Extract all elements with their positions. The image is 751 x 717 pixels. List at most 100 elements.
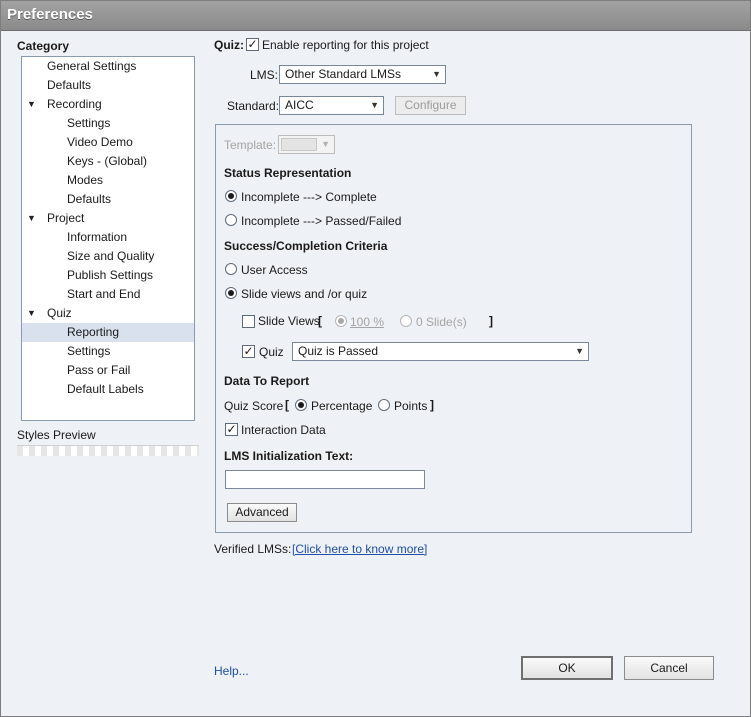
enable-reporting-label: Enable reporting for this project — [262, 38, 429, 52]
status-complete-radio[interactable] — [225, 190, 237, 202]
points-label: Points — [394, 399, 428, 413]
sidebar-item-defaults[interactable]: Defaults — [22, 76, 194, 95]
help-link[interactable]: Help... — [214, 664, 249, 678]
standard-label: Standard: — [227, 99, 280, 113]
expand-arrow-icon[interactable]: ▼ — [27, 209, 36, 228]
bracket-close: ] — [489, 314, 493, 328]
slide-views-quiz-label: Slide views and /or quiz — [241, 287, 368, 301]
slide-views-checkbox[interactable] — [242, 315, 255, 328]
sidebar-item-label: Defaults — [67, 192, 112, 206]
chevron-down-icon: ▼ — [432, 69, 441, 79]
sidebar-item-label: Video Demo — [67, 135, 133, 149]
checkmark-icon: ✓ — [247, 37, 258, 51]
percent-value: 100 % — [350, 315, 385, 329]
sidebar-item-label: Start and End — [67, 287, 141, 301]
slides-radio[interactable] — [400, 315, 412, 327]
sidebar-item-label: Recording — [47, 97, 102, 111]
sidebar-item-video-demo[interactable]: Video Demo — [22, 133, 194, 152]
sidebar-item-settings[interactable]: Settings — [22, 342, 194, 361]
lms-init-heading: LMS Initialization Text: — [224, 449, 354, 463]
sidebar-item-recording[interactable]: ▼ Recording — [22, 95, 194, 114]
title-bar[interactable]: Preferences — [1, 1, 750, 31]
sidebar-item-label: Keys - (Global) — [67, 154, 148, 168]
sidebar-item-project[interactable]: ▼ Project — [22, 209, 194, 228]
sidebar-item-information[interactable]: Information — [22, 228, 194, 247]
sidebar-item-label: Pass or Fail — [67, 363, 131, 377]
lms-dropdown[interactable]: Other Standard LMSs ▼ — [279, 65, 446, 84]
lms-label: LMS: — [250, 68, 279, 82]
expand-arrow-icon[interactable]: ▼ — [27, 304, 36, 323]
quiz-check-label: Quiz — [259, 345, 284, 359]
sidebar-item-label: Default Labels — [67, 382, 144, 396]
quiz-condition-dropdown[interactable]: Quiz is Passed ▼ — [292, 342, 589, 361]
sidebar-item-keys-global[interactable]: Keys - (Global) — [22, 152, 194, 171]
sidebar-item-reporting[interactable]: Reporting — [22, 323, 194, 342]
sidebar-item-label: Reporting — [67, 325, 120, 339]
category-tree[interactable]: General Settings Defaults ▼ Recording Settin… — [21, 56, 195, 421]
styles-preview-strip — [17, 445, 199, 456]
user-access-radio[interactable] — [225, 263, 237, 275]
status-passed-failed-label: Incomplete ---> Passed/Failed — [241, 214, 402, 228]
slide-views-quiz-radio[interactable] — [225, 287, 237, 299]
ok-button[interactable]: OK — [521, 656, 613, 680]
data-heading: Data To Report — [224, 374, 310, 388]
standard-dropdown[interactable]: AICC ▼ — [279, 96, 384, 115]
sidebar-item-label: Settings — [67, 344, 111, 358]
quiz-condition-value: Quiz is Passed — [298, 344, 379, 358]
sidebar-item-settings[interactable]: Settings — [22, 114, 194, 133]
chevron-down-icon: ▼ — [370, 100, 379, 110]
interaction-data-checkbox[interactable]: ✓ — [225, 423, 238, 436]
template-dropdown[interactable]: ▼ — [278, 135, 335, 154]
expand-arrow-icon[interactable]: ▼ — [27, 95, 36, 114]
lms-value: Other Standard LMSs — [285, 67, 402, 81]
percentage-label: Percentage — [311, 399, 373, 413]
sidebar-item-label: General Settings — [47, 59, 137, 73]
sidebar-item-label: Project — [47, 211, 85, 225]
verified-lms-label: Verified LMSs: — [214, 542, 292, 556]
chevron-down-icon: ▼ — [321, 139, 330, 149]
slides-value: 0 Slide(s) — [416, 315, 467, 329]
slide-views-label: Slide Views — [258, 314, 320, 328]
percent-radio[interactable] — [335, 315, 347, 327]
quiz-checkbox[interactable]: ✓ — [242, 345, 255, 358]
window-title: Preferences — [7, 6, 93, 23]
sidebar-item-label: Information — [67, 230, 128, 244]
criteria-heading: Success/Completion Criteria — [224, 239, 388, 253]
preferences-window: Preferences Category General Settings Def… — [0, 0, 751, 717]
configure-button[interactable]: Configure — [395, 96, 466, 115]
percentage-radio[interactable] — [295, 399, 307, 411]
chevron-down-icon: ▼ — [575, 346, 584, 356]
sidebar-item-pass-or-fail[interactable]: Pass or Fail — [22, 361, 194, 380]
checkmark-icon: ✓ — [226, 422, 237, 436]
template-swatch — [281, 138, 317, 151]
lms-init-input[interactable] — [225, 470, 425, 489]
quiz-score-label: Quiz Score — [224, 399, 284, 413]
quiz-label: Quiz: — [214, 38, 244, 52]
score-bracket-open: [ — [285, 398, 289, 412]
sidebar-item-publish-settings[interactable]: Publish Settings — [22, 266, 194, 285]
score-bracket-close: ] — [430, 398, 434, 412]
sidebar-item-label: Modes — [67, 173, 104, 187]
standard-value: AICC — [285, 98, 314, 112]
template-label: Template: — [224, 138, 277, 152]
category-label: Category — [17, 39, 70, 53]
sidebar-item-default-labels[interactable]: Default Labels — [22, 380, 194, 399]
sidebar-item-modes[interactable]: Modes — [22, 171, 194, 190]
cancel-button[interactable]: Cancel — [624, 656, 714, 680]
sidebar-item-label: Settings — [67, 116, 111, 130]
advanced-button[interactable]: Advanced — [227, 503, 297, 522]
user-access-label: User Access — [241, 263, 308, 277]
interaction-data-label: Interaction Data — [241, 423, 326, 437]
verified-lms-link[interactable]: [Click here to know more] — [292, 542, 427, 556]
enable-reporting-checkbox[interactable]: ✓ — [246, 38, 259, 51]
styles-preview-label: Styles Preview — [17, 428, 96, 442]
sidebar-item-start-and-end[interactable]: Start and End — [22, 285, 194, 304]
sidebar-item-general-settings[interactable]: General Settings — [22, 57, 194, 76]
sidebar-item-size-and-quality[interactable]: Size and Quality — [22, 247, 194, 266]
status-passed-failed-radio[interactable] — [225, 214, 237, 226]
bracket-open: [ — [318, 314, 322, 328]
points-radio[interactable] — [378, 399, 390, 411]
sidebar-item-label: Quiz — [47, 306, 72, 320]
sidebar-item-defaults[interactable]: Defaults — [22, 190, 194, 209]
sidebar-item-quiz[interactable]: ▼ Quiz — [22, 304, 194, 323]
